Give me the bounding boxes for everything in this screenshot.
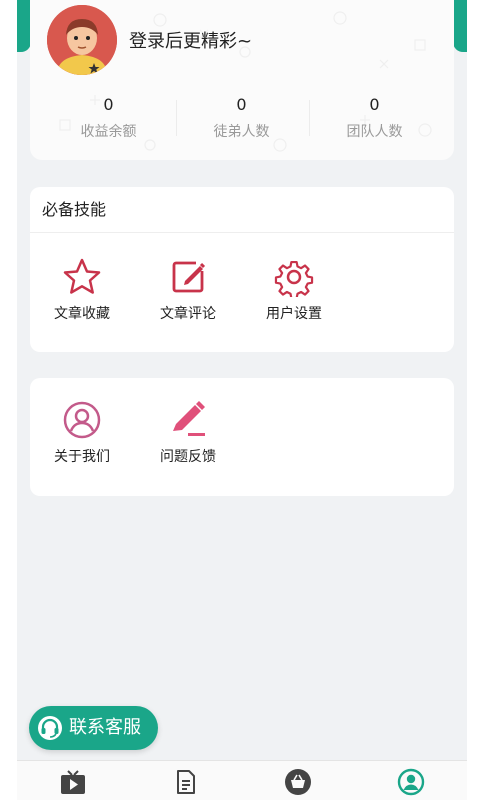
gear-icon [274,260,314,297]
bottom-tab-bar [17,760,467,800]
user-circle-icon [63,401,101,439]
stat-team[interactable]: 0 团队人数 [304,95,445,141]
user-icon [397,768,425,796]
tab-profile[interactable] [397,768,425,796]
settings-item[interactable]: 用户设置 [254,257,334,323]
headset-icon [38,716,62,740]
stat-balance[interactable]: 0 收益余额 [38,95,179,141]
phone-screen: 登录后更精彩~ 0 收益余额 0 徒弟人数 0 团队人数 必备技能 文章收藏 文… [17,0,467,800]
skills-card: 必备技能 文章收藏 文章评论 用户设置 [30,187,454,352]
stat-apprentices-value: 0 [236,95,247,114]
stat-team-label: 团队人数 [346,124,403,140]
skills-card-title: 必备技能 [30,187,454,233]
stat-team-value: 0 [369,95,380,114]
pencil-icon [173,401,205,436]
contact-service-button[interactable]: 联系客服 [29,706,158,750]
login-prompt[interactable]: 登录后更精彩~ [129,27,252,53]
tab-articles[interactable] [172,768,200,796]
feedback-item[interactable]: 问题反馈 [148,400,228,466]
basket-icon [285,769,311,795]
about-item[interactable]: 关于我们 [42,400,122,466]
about-label: 关于我们 [54,449,110,465]
edit-icon [172,261,206,293]
header-accent-left [17,0,31,52]
tab-video[interactable] [59,768,87,796]
avatar[interactable] [47,5,117,75]
stat-balance-label: 收益余额 [80,124,137,140]
tv-play-icon [61,770,85,794]
comments-label: 文章评论 [160,306,216,322]
feedback-label: 问题反馈 [160,449,216,465]
more-card: 关于我们 问题反馈 [30,378,454,496]
tab-shop[interactable] [284,768,312,796]
star-icon [63,258,101,294]
favorites-item[interactable]: 文章收藏 [42,257,122,323]
comments-item[interactable]: 文章评论 [148,257,228,323]
profile-card: 登录后更精彩~ 0 收益余额 0 徒弟人数 0 团队人数 [30,0,454,160]
header-accent-right [453,0,467,52]
document-icon [177,770,195,794]
stat-balance-value: 0 [103,95,114,114]
settings-label: 用户设置 [266,306,322,322]
favorites-label: 文章收藏 [54,306,110,322]
contact-service-label: 联系客服 [69,717,141,738]
stat-apprentices[interactable]: 0 徒弟人数 [171,95,312,141]
stat-apprentices-label: 徒弟人数 [213,124,270,140]
